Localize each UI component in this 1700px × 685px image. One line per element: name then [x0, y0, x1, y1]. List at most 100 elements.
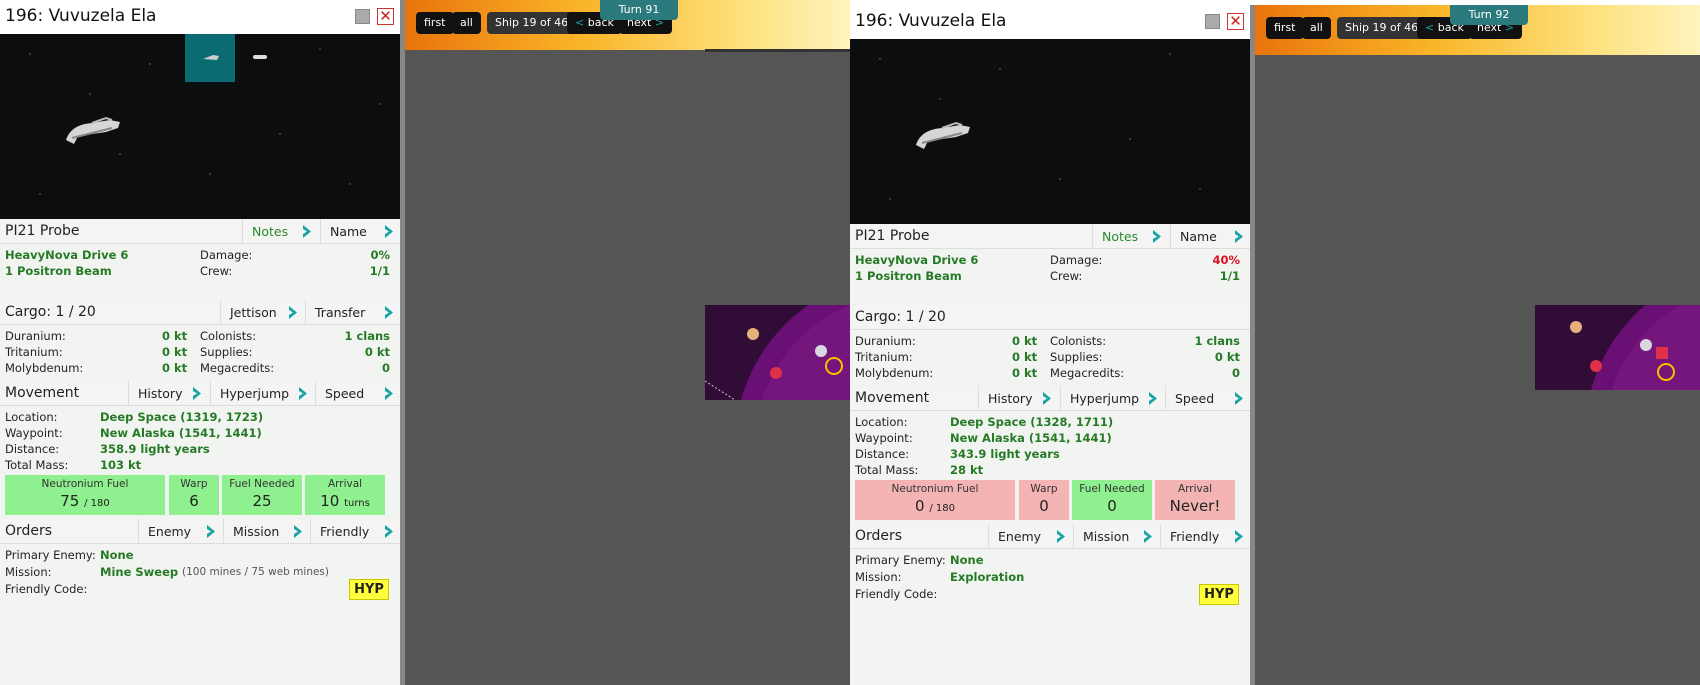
cargo-label: Molybdenum: — [5, 361, 84, 375]
ship-image — [0, 34, 400, 219]
friendly-code-value[interactable]: HYP — [1199, 584, 1239, 605]
fuel-box: Neutronium Fuel 75 / 180 — [5, 475, 165, 515]
movement-header: Movement History Hyperjump Speed — [850, 386, 1250, 411]
starmap[interactable]: first all Ship 19 of 46 < back next > Tu… — [1250, 5, 1700, 685]
all-button[interactable]: all — [1302, 17, 1331, 39]
name-label: Name — [330, 224, 367, 239]
all-button[interactable]: all — [452, 12, 481, 34]
name-button[interactable]: Name — [1170, 224, 1250, 249]
map-strip — [705, 49, 850, 52]
location-value: Deep Space (1328, 1711) — [950, 415, 1114, 429]
warp-label: Warp — [1030, 483, 1058, 495]
ship-title: 196: Vuvuzela Ela — [5, 6, 157, 26]
enemy-button[interactable]: Enemy — [138, 519, 222, 544]
speed-button[interactable]: Speed — [315, 381, 400, 406]
turn-badge: Turn 92 — [1450, 5, 1528, 25]
cargo-title: Cargo: 1 / 20 — [5, 304, 96, 320]
cargo-header: Cargo: 1 / 20 Jettison Transfer — [0, 300, 400, 325]
mission-button[interactable]: Mission — [1073, 524, 1159, 549]
cargo-label: Megacredits: — [200, 361, 275, 375]
primary-enemy-value: None — [950, 553, 984, 567]
chevron-right-icon — [385, 525, 393, 538]
speed-button[interactable]: Speed — [1165, 386, 1250, 411]
starmap[interactable]: first all Ship 19 of 46 < back next > Tu… — [400, 0, 850, 685]
chevron-right-icon — [193, 387, 201, 400]
mission-label: Mission: — [855, 570, 902, 584]
close-icon[interactable]: ✕ — [377, 8, 394, 25]
speed-label: Speed — [325, 386, 365, 401]
minimize-icon[interactable] — [355, 9, 370, 24]
first-button[interactable]: first — [416, 12, 454, 34]
chevron-right-icon — [207, 525, 215, 538]
first-button[interactable]: first — [1266, 17, 1304, 39]
planet-icon[interactable] — [815, 345, 827, 357]
jettison-button[interactable]: Jettison — [220, 300, 304, 325]
cargo-label: Megacredits: — [1050, 366, 1125, 380]
arrival-label: Arrival — [327, 478, 363, 490]
transfer-button[interactable]: Transfer — [305, 300, 400, 325]
notes-button[interactable]: Notes — [1092, 224, 1168, 249]
notes-label: Notes — [1102, 229, 1139, 244]
hyperjump-button[interactable]: Hyperjump — [1060, 386, 1164, 411]
chevron-right-icon — [385, 306, 393, 319]
waypoint-value: New Alaska (1541, 1441) — [100, 426, 262, 440]
mission-button[interactable]: Mission — [223, 519, 309, 544]
planet-icon[interactable] — [1656, 347, 1668, 359]
fuel-needed-label: Fuel Needed — [229, 478, 295, 490]
planet-icon[interactable] — [1590, 360, 1602, 372]
chevron-right-icon — [303, 225, 311, 238]
minimap[interactable] — [705, 305, 850, 400]
fuel-label: Neutronium Fuel — [891, 483, 979, 495]
friendly-button[interactable]: Friendly — [310, 519, 400, 544]
chevron-right-icon — [1235, 230, 1243, 243]
friendly-code-value[interactable]: HYP — [349, 579, 389, 600]
cargo-value: 0 kt — [162, 361, 188, 375]
cargo-value: 0 kt — [162, 345, 188, 359]
crew-label: Crew: — [1050, 269, 1083, 283]
fuel-value: 75 — [60, 492, 80, 510]
fuel-needed-label: Fuel Needed — [1079, 483, 1145, 495]
notes-button[interactable]: Notes — [242, 219, 318, 244]
planet-icon[interactable] — [747, 328, 759, 340]
minimize-icon[interactable] — [1205, 14, 1220, 29]
movement-header: Movement History Hyperjump Speed — [0, 381, 400, 406]
cargo-label: Colonists: — [1050, 334, 1107, 348]
friendly-button[interactable]: Friendly — [1160, 524, 1250, 549]
minimap[interactable] — [1535, 305, 1700, 390]
friendly-code-label: Friendly Code: — [855, 587, 938, 601]
crew-value: 1/1 — [369, 264, 390, 278]
history-button[interactable]: History — [978, 386, 1058, 411]
enemy-button[interactable]: Enemy — [988, 524, 1072, 549]
history-button[interactable]: History — [128, 381, 208, 406]
distance-label: Distance: — [5, 442, 60, 456]
minimap-planets — [1570, 305, 1700, 390]
cargo-value: 1 clans — [344, 329, 390, 343]
mass-value: 103 kt — [100, 458, 142, 472]
chevron-right-icon — [1235, 392, 1243, 405]
planet-icon[interactable] — [770, 367, 782, 379]
cargo-value: 1 clans — [1194, 334, 1240, 348]
name-button[interactable]: Name — [320, 219, 400, 244]
fuel-label: Neutronium Fuel — [41, 478, 129, 490]
chevron-right-icon — [1043, 392, 1051, 405]
speed-label: Speed — [1175, 391, 1215, 406]
enemy-label: Enemy — [998, 529, 1042, 544]
planet-icon[interactable] — [1640, 339, 1652, 351]
chevron-right-icon — [1235, 530, 1243, 543]
hyperjump-button[interactable]: Hyperjump — [210, 381, 314, 406]
cargo-label: Supplies: — [200, 345, 253, 359]
arrival-value: 10 — [320, 492, 340, 510]
cargo-value: 0 kt — [162, 329, 188, 343]
ship-thumbnail[interactable] — [253, 55, 267, 59]
minimap-planets — [705, 305, 850, 400]
orders-title: Orders — [855, 528, 903, 544]
ship-thumbnail-selected[interactable] — [185, 34, 235, 82]
planet-icon[interactable] — [1570, 321, 1582, 333]
arrival-box: Arrival Never! — [1155, 480, 1235, 520]
close-icon[interactable]: ✕ — [1227, 13, 1244, 30]
probe-hull-icon — [916, 121, 970, 149]
cargo-label: Duranium: — [855, 334, 916, 348]
ship-title-bar: 196: Vuvuzela Ela ✕ — [850, 5, 1250, 39]
mission-detail: (100 mines / 75 web mines) — [182, 566, 329, 578]
mass-value: 28 kt — [950, 463, 984, 477]
